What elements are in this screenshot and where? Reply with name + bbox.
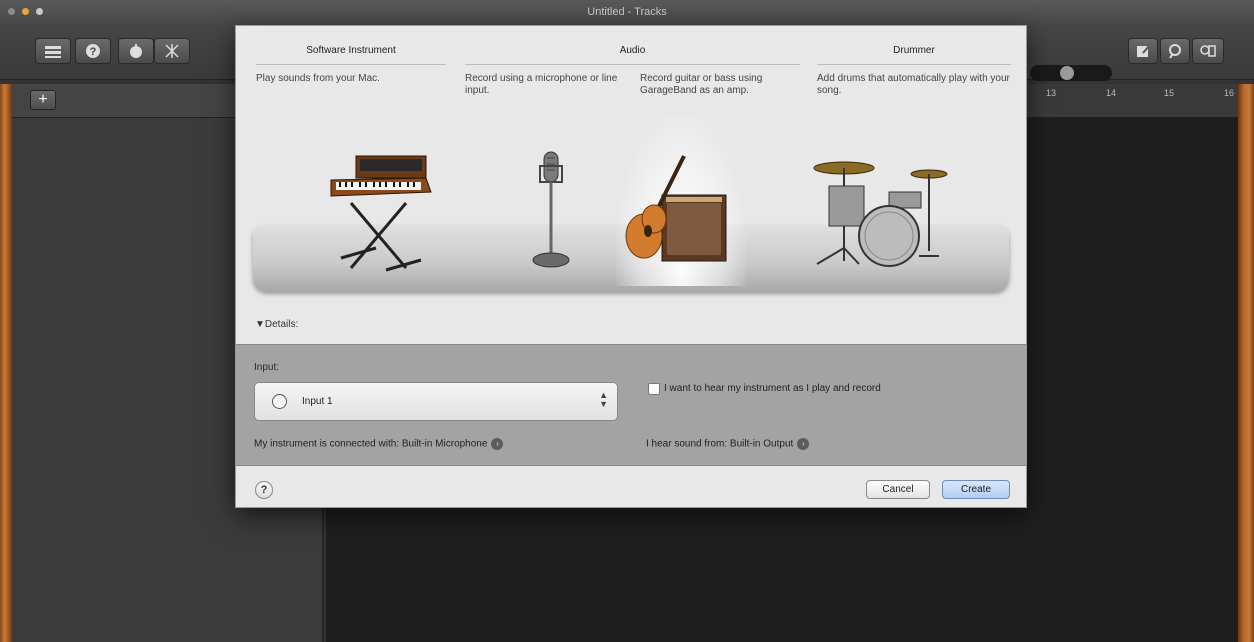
input-connection-text: My instrument is connected with: Built-i… [254, 438, 504, 450]
column-divider [256, 64, 446, 65]
ruler-marker: 14 [1106, 88, 1117, 98]
monitor-checkbox-label[interactable]: I want to hear my instrument as I play a… [664, 383, 881, 394]
column-divider [817, 64, 1011, 65]
close-window-icon[interactable] [8, 8, 15, 15]
drummer-option[interactable] [809, 156, 954, 271]
ruler-marker: 13 [1046, 88, 1057, 98]
svg-text:?: ? [90, 46, 97, 58]
drummer-title: Drummer [893, 45, 935, 56]
wood-panel-right [1238, 84, 1254, 642]
loop-browser-icon [1169, 44, 1181, 59]
new-track-dialog: Software Instrument Play sounds from you… [235, 25, 1027, 508]
title-bar[interactable]: Untitled - Tracks [0, 0, 1254, 24]
loop-browser-button[interactable] [1160, 38, 1190, 64]
media-browser-icon [1200, 45, 1216, 57]
add-track-button[interactable]: + [30, 90, 56, 110]
input-connection-label: My instrument is connected with: Built-i… [254, 438, 488, 450]
cancel-button[interactable]: Cancel [866, 480, 930, 499]
input-label: Input: [254, 362, 280, 373]
audio-title: Audio [619, 45, 646, 56]
info-arrow-icon[interactable]: › [491, 438, 504, 450]
smart-controls-button[interactable] [118, 38, 154, 64]
media-browser-button[interactable] [1192, 38, 1224, 64]
output-connection-text: I hear sound from: Built-in Output › [646, 438, 810, 450]
garageband-window: Untitled - Tracks ? + 13 14 15 16 Softwa… [0, 0, 1254, 642]
microphone-description: Record using a microphone or line input. [465, 73, 618, 96]
dialog-help-button[interactable]: ? [255, 481, 273, 499]
info-arrow-icon[interactable]: › [797, 438, 810, 450]
wood-panel-left [0, 84, 12, 642]
smart-controls-icon [130, 44, 142, 58]
note-pad-icon [1137, 45, 1150, 57]
volume-knob[interactable] [1060, 66, 1074, 80]
note-pad-button[interactable] [1128, 38, 1158, 64]
window-title: Untitled - Tracks [587, 6, 667, 18]
help-button[interactable]: ? [75, 38, 111, 64]
drummer-description: Add drums that automatically play with y… [817, 73, 1010, 96]
microphone-option[interactable] [531, 146, 573, 271]
guitar-amp-option[interactable] [624, 151, 739, 271]
input-monitor-indicator [272, 394, 287, 409]
chevron-updown-icon: ▲ ▼ [599, 390, 608, 409]
details-disclosure[interactable]: ▼Details: [255, 319, 298, 330]
create-button[interactable]: Create [942, 480, 1010, 499]
monitor-checkbox[interactable] [648, 383, 660, 395]
input-value: Input 1 [302, 396, 333, 407]
software-instrument-title: Software Instrument [306, 45, 396, 56]
input-select[interactable]: Input 1 ▲ ▼ [254, 382, 618, 421]
help-icon: ? [86, 44, 100, 58]
library-icon [45, 46, 61, 58]
editors-icon [165, 44, 179, 58]
zoom-window-icon[interactable] [36, 8, 43, 15]
column-divider [465, 64, 800, 65]
software-instrument-description: Play sounds from your Mac. [256, 73, 380, 84]
keyboard-synth-option[interactable] [326, 148, 436, 273]
minimize-window-icon[interactable] [22, 8, 29, 15]
library-button[interactable] [35, 38, 71, 64]
master-volume-slider[interactable] [1030, 65, 1112, 81]
guitar-amp-description: Record guitar or bass using GarageBand a… [640, 73, 763, 96]
ruler-marker: 15 [1164, 88, 1175, 98]
details-panel: Input: Input 1 ▲ ▼ I want to hear my inst… [236, 344, 1026, 466]
output-connection-label: I hear sound from: Built-in Output [646, 438, 794, 450]
ruler-marker: 16 [1224, 88, 1235, 98]
editors-button[interactable] [154, 38, 190, 64]
